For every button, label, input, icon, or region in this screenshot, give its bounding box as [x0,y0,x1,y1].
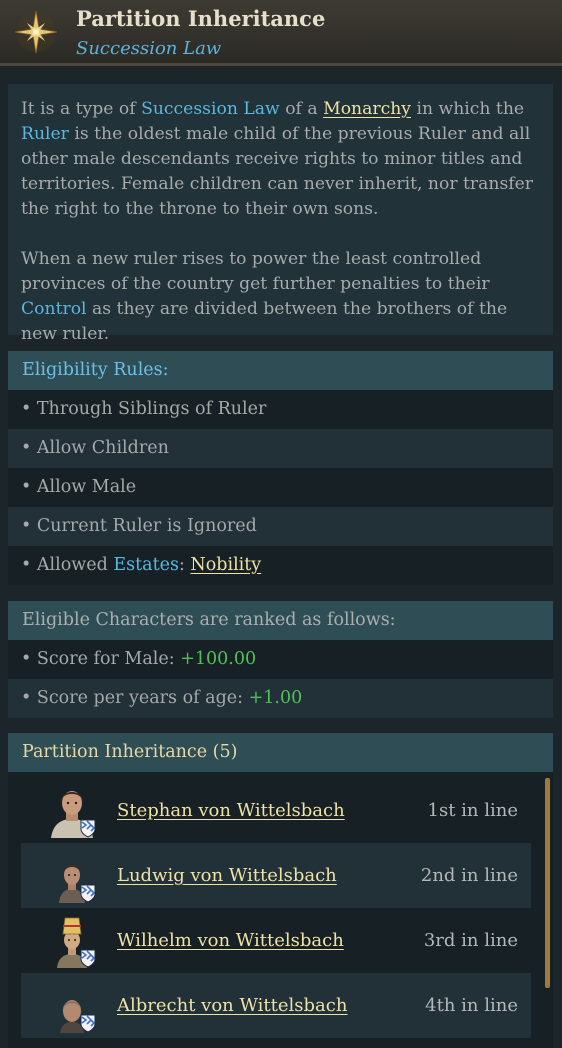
text-segment: is the oldest male child of the previous… [21,124,534,219]
rule-item: • Through Siblings of Ruler [8,390,553,429]
heir-name-link[interactable]: Stephan von Wittelsbach [117,778,345,843]
eligibility-rules-header: Eligibility Rules: [8,351,553,390]
rule-item: • Current Ruler is Ignored [8,507,553,546]
ruler-link[interactable]: Ruler [21,124,69,144]
text-segment: When a new ruler rises to power the leas… [21,249,490,294]
nobility-link[interactable]: Nobility [190,555,261,575]
compass-star-icon [14,10,58,54]
heir-name-link[interactable]: Ludwig von Wittelsbach [117,843,337,908]
rule-item: • Allow Male [8,468,553,507]
law-category-label: Succession Law [76,38,222,59]
text-segment: as they are divided between the brothers… [21,299,508,344]
portrait-icon[interactable] [47,849,97,903]
heir-row[interactable]: Wilhelm von Wittelsbach 3rd in line [21,908,531,973]
control-link[interactable]: Control [21,299,87,319]
heirs-header: Partition Inheritance (5) [8,733,553,772]
allowed-estates-rule: • Allowed Estates: Nobility [8,546,553,585]
heir-name-link[interactable]: Wilhelm von Wittelsbach [117,908,344,973]
text-segment: • Allowed [21,555,114,575]
ranking-label: • Score for Male: [21,649,181,669]
portrait-icon[interactable] [47,914,97,968]
ranking-value: +1.00 [248,688,303,708]
ranking-label: • Score per years of age: [21,688,249,708]
succession-law-link[interactable]: Succession Law [141,99,280,119]
heir-rank: 1st in line [427,800,518,821]
portrait-icon[interactable] [47,979,97,1033]
heir-row[interactable]: Albrecht von Wittelsbach 4th in line [21,973,531,1038]
monarchy-link[interactable]: Monarchy [323,99,411,119]
law-description: It is a type of Succession Law of a Mona… [8,84,553,344]
estates-link[interactable]: Estates [113,555,179,575]
ranking-header: Eligible Characters are ranked as follow… [8,601,553,640]
ranking-value: +100.00 [180,649,257,669]
heir-row[interactable]: Ludwig von Wittelsbach 2nd in line [21,843,531,908]
rule-item: • Allow Children [8,429,553,468]
description-paragraph-1: It is a type of Succession Law of a Mona… [21,97,540,222]
text-segment: in which the [411,99,525,119]
ranking-item: • Score per years of age: +1.00 [8,679,553,718]
heir-rank: 3rd in line [423,930,518,951]
heir-row[interactable]: Stephan von Wittelsbach 1st in line [21,778,531,843]
page-title: Partition Inheritance [76,6,326,31]
heir-rank: 4th in line [425,995,518,1016]
law-tooltip-panel: Partition Inheritance Succession Law It … [0,0,562,1048]
text-segment: : [178,555,191,575]
heirs-list: Stephan von Wittelsbach 1st in line Ludw… [8,772,553,1048]
portrait-icon[interactable] [47,784,97,838]
ranking-item: • Score for Male: +100.00 [8,640,553,679]
text-segment: It is a type of [21,99,142,119]
description-paragraph-2: When a new ruler rises to power the leas… [21,247,540,347]
heir-name-link[interactable]: Albrecht von Wittelsbach [117,973,347,1038]
text-segment: of a [279,99,324,119]
heir-rank: 2nd in line [420,865,518,886]
panel-header: Partition Inheritance Succession Law [0,0,562,66]
heirs-scrollbar[interactable] [545,778,550,988]
